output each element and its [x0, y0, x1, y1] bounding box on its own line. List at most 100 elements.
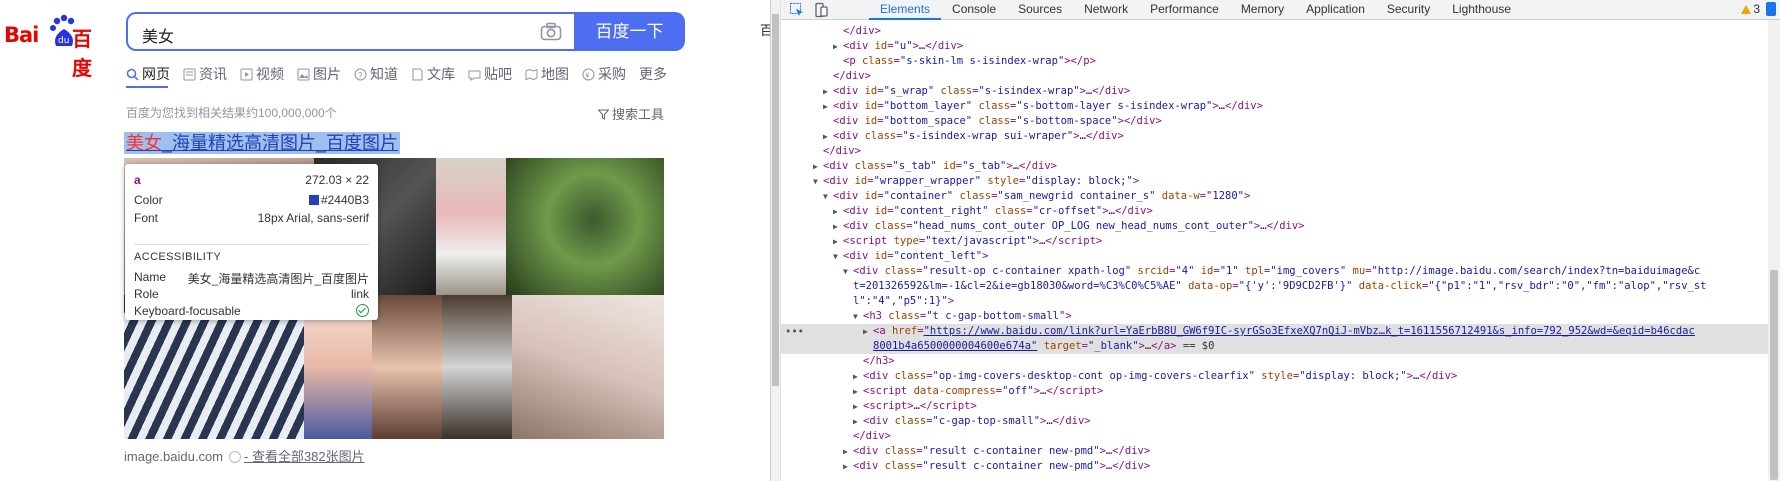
tab-lighthouse[interactable]: Lighthouse: [1441, 0, 1522, 20]
tab-label: 文库: [427, 66, 455, 82]
tooltip-size: 272.03 × 22: [305, 173, 369, 187]
more-options-icon[interactable]: •••: [785, 325, 804, 340]
dom-node[interactable]: ▶ <div id="s_wrap" class="s-isindex-wrap"…: [781, 84, 1768, 99]
tab-zhidao[interactable]: ? 知道: [354, 62, 398, 86]
dom-node[interactable]: ▶ <script>…</script>: [781, 399, 1768, 414]
settings-icon[interactable]: [1766, 2, 1776, 16]
document-icon: [412, 68, 423, 80]
color-label: Color: [134, 193, 163, 207]
dom-node[interactable]: </div>: [781, 69, 1768, 84]
title-rest: _海量精选高清图片_百度图片: [162, 133, 399, 153]
dom-node[interactable]: ▼ <div id="content_left">: [781, 249, 1768, 264]
dom-node[interactable]: ▶ <div class="head_nums_cont_outer OP_LOG…: [781, 219, 1768, 234]
question-icon: ?: [354, 68, 367, 80]
news-icon: [183, 68, 196, 80]
dom-node[interactable]: ▼ <div class="result-op c-container xpath…: [781, 264, 1768, 279]
tab-application[interactable]: Application: [1295, 0, 1376, 20]
dom-node[interactable]: ▼ <div id="container" class="sam_newgrid …: [781, 189, 1768, 204]
page-scrollbar[interactable]: [771, 0, 781, 481]
dom-node[interactable]: ▶ <div class="result c-container new-pmd"…: [781, 444, 1768, 459]
camera-icon[interactable]: [540, 22, 562, 42]
tab-images[interactable]: 图片: [297, 62, 341, 86]
tab-news[interactable]: 资讯: [183, 62, 227, 86]
dom-node[interactable]: ▶ <div id="bottom_layer" class="s-bottom-…: [781, 99, 1768, 114]
role-value: link: [350, 287, 369, 301]
focusable-label: Keyboard-focusable: [134, 304, 241, 318]
scrollbar-thumb[interactable]: [772, 14, 779, 386]
dom-node[interactable]: ▶ <div class="s_tab" id="s_tab">…</div>: [781, 159, 1768, 174]
warnings-badge[interactable]: 3: [1741, 2, 1760, 16]
dom-node-continued: 8001b4a6500000004600e674a" target="_blan…: [873, 340, 1215, 352]
dom-node[interactable]: ▶ <div id="content_right" class="cr-offse…: [781, 204, 1768, 219]
tab-tieba[interactable]: 贴吧: [468, 62, 512, 86]
search-query[interactable]: 美女: [142, 23, 174, 47]
dom-node[interactable]: ▶ <script type="text/javascript">…</scrip…: [781, 234, 1768, 249]
dom-node[interactable]: </div>: [781, 24, 1768, 39]
tab-elements[interactable]: Elements: [869, 0, 942, 20]
tooltip-divider: [134, 244, 369, 245]
tieba-icon: [468, 70, 481, 81]
dom-node[interactable]: </div>: [781, 144, 1768, 159]
tab-memory[interactable]: Memory: [1230, 0, 1295, 20]
tab-performance[interactable]: Performance: [1139, 0, 1230, 20]
tab-purchase[interactable]: ¥ 采购: [582, 62, 626, 86]
svg-text:?: ?: [358, 71, 363, 80]
tab-label: 图片: [313, 66, 341, 82]
baidu-logo[interactable]: Bai du 百度: [4, 14, 108, 80]
tab-label: 地图: [541, 66, 569, 82]
tab-web[interactable]: 网页: [126, 62, 170, 86]
title-highlight: 美女: [126, 133, 162, 153]
role-label: Role: [134, 287, 159, 301]
tab-security[interactable]: Security: [1376, 0, 1441, 20]
device-toolbar-icon[interactable]: [813, 2, 829, 18]
clipped-page-text: 百: [760, 23, 770, 38]
inspect-element-icon[interactable]: [789, 2, 805, 18]
result-image-7[interactable]: [372, 295, 442, 439]
result-source: image.baidu.com - 查看全部382张图片: [124, 446, 365, 465]
tab-sources[interactable]: Sources: [1007, 0, 1073, 20]
dom-node[interactable]: <p class="s-skin-lm s-isindex-wrap"></p>: [781, 54, 1768, 69]
result-image-8[interactable]: [442, 295, 512, 439]
tab-video[interactable]: 视频: [240, 62, 284, 86]
dom-node[interactable]: ▶ <div class="c-gap-top-small">…</div>: [781, 414, 1768, 429]
dom-node[interactable]: ▼ <h3 class="t c-gap-bottom-small">: [781, 309, 1768, 324]
dom-node[interactable]: ▼ <div id="wrapper_wrapper" style="displa…: [781, 174, 1768, 189]
dom-node[interactable]: </h3>: [781, 354, 1768, 369]
accessibility-heading: ACCESSIBILITY: [134, 251, 222, 263]
active-tab-indicator: [126, 86, 168, 88]
scrollbar-thumb[interactable]: [1770, 270, 1778, 480]
search-input[interactable]: 美女: [126, 12, 574, 51]
name-label: Name: [134, 270, 167, 284]
tab-network[interactable]: Network: [1073, 0, 1139, 20]
dom-node[interactable]: ▶ <div class="s-isindex-wrap sui-wraper">…: [781, 129, 1768, 144]
search-tools-button[interactable]: 搜索工具: [598, 104, 664, 123]
tooltip-focusable-row: Keyboard-focusable: [134, 304, 369, 318]
svg-text:¥: ¥: [586, 72, 590, 79]
result-image-3[interactable]: [436, 158, 506, 295]
dom-node[interactable]: ▶ <div class="result c-container new-pmd"…: [781, 459, 1768, 474]
tab-console[interactable]: Console: [941, 0, 1007, 20]
dom-node[interactable]: ▶ <div class="op-img-covers-desktop-cont …: [781, 369, 1768, 384]
image-icon: [297, 68, 310, 80]
result-title-link[interactable]: 美女_海量精选高清图片_百度图片: [124, 132, 401, 154]
dom-node[interactable]: <div id="bottom_space" class="s-bottom-s…: [781, 114, 1768, 129]
logo-text-chinese: 百度: [72, 27, 92, 80]
warning-icon: [1741, 5, 1752, 14]
safety-icon: [229, 451, 241, 463]
tooltip-role-row: Role link: [134, 287, 369, 301]
tab-map[interactable]: 地图: [525, 62, 569, 86]
devtools-toolbar: Elements Console Sources Network Perform…: [781, 0, 1780, 20]
tab-wenku[interactable]: 文库: [411, 62, 455, 86]
result-image-9[interactable]: [512, 295, 664, 439]
elements-scrollbar[interactable]: [1768, 20, 1780, 481]
see-all-images-link[interactable]: - 查看全部382张图片: [244, 449, 365, 464]
dom-node[interactable]: ▶ <script data-compress="off">…</script>: [781, 384, 1768, 399]
result-image-4[interactable]: [506, 158, 664, 295]
name-value: 美女_海量精选高清图片_百度图片: [187, 272, 369, 286]
dom-node[interactable]: </div>: [781, 429, 1768, 444]
result-count: 百度为您找到相关结果约100,000,000个: [126, 106, 337, 120]
dom-node[interactable]: ▶ <div id="u">…</div>: [781, 39, 1768, 54]
search-button[interactable]: 百度一下: [574, 12, 685, 51]
filter-icon: [598, 109, 609, 120]
tab-more[interactable]: 更多: [639, 62, 667, 86]
